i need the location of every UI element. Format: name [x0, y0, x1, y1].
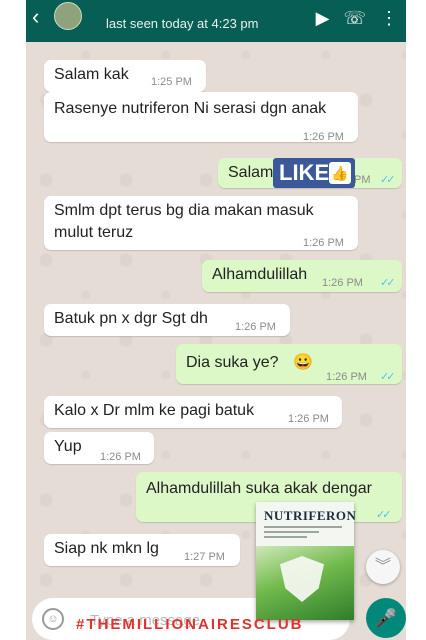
- message-text: Alhamdulillah: [212, 266, 308, 283]
- like-badge: LIKE 👍: [273, 158, 355, 188]
- message-bubble[interactable]: Smlm dpt terus bg dia makan masuk mulut …: [44, 196, 358, 250]
- message-time: 1:26 PM: [100, 451, 141, 463]
- message-time: 1:26 PM: [235, 321, 276, 333]
- scroll-down-button[interactable]: ︾: [366, 550, 400, 584]
- message-time: 1:26 PM: [326, 371, 367, 383]
- mic-button[interactable]: 🎤: [366, 598, 406, 638]
- product-box-image: NUTRIFERON: [256, 502, 357, 620]
- message-bubble[interactable]: Batuk pn x dgr Sgt dh 1:26 PM: [44, 304, 290, 336]
- videocam-icon[interactable]: ▶: [316, 8, 330, 29]
- message-bubble[interactable]: Dia suka ye? 😀 1:26 PM ✓✓: [176, 344, 402, 384]
- message-text-line: Smlm dpt terus bg dia makan masuk: [54, 202, 314, 219]
- product-brand: NUTRIFERON: [264, 508, 357, 523]
- emoji-icon[interactable]: ☺: [42, 608, 64, 630]
- message-text: Kalo x Dr mlm ke pagi batuk: [54, 402, 255, 419]
- message-bubble[interactable]: Rasenye nutriferon Ni serasi dgn anak 1:…: [44, 92, 358, 143]
- message-time: 1:26 PM: [322, 277, 363, 289]
- chat-header: ‹ last seen today at 4:23 pm ▶ ☏ ⋮: [26, 0, 406, 42]
- message-text: Batuk pn x dgr Sgt dh: [54, 310, 208, 327]
- avatar[interactable]: [54, 2, 82, 30]
- message-time: 1:26 PM: [303, 237, 344, 249]
- message-bubble[interactable]: Siap nk mkn lg 1:27 PM: [44, 534, 240, 566]
- mic-icon: 🎤: [374, 608, 398, 628]
- message-time: 1:27 PM: [184, 551, 225, 563]
- thumbs-up-icon: 👍: [329, 162, 351, 184]
- last-seen-status: last seen today at 4:23 pm: [106, 16, 259, 31]
- watermark-text: #THEMILLIONAIRESCLUB: [76, 616, 304, 633]
- message-text: Rasenye nutriferon Ni serasi dgn anak: [54, 100, 327, 117]
- message-text: Yup: [54, 438, 82, 455]
- read-ticks: ✓✓: [380, 277, 396, 289]
- phone-icon[interactable]: ☏: [343, 8, 366, 29]
- message-text: Salam: [228, 164, 274, 181]
- message-time: 1:26 PM: [303, 131, 344, 143]
- message-bubble[interactable]: Alhamdulillah 1:26 PM ✓✓: [202, 260, 402, 292]
- message-text: Salam kak: [54, 66, 129, 83]
- message-text: Alhamdulillah suka akak dengar: [146, 480, 372, 497]
- read-ticks: ✓✓: [380, 174, 396, 186]
- chevron-down-icon: ︾: [374, 558, 391, 575]
- message-bubble[interactable]: Kalo x Dr mlm ke pagi batuk 1:26 PM: [44, 396, 342, 428]
- header-actions: ▶ ☏ ⋮: [316, 8, 398, 29]
- shield-icon: [280, 556, 324, 602]
- grinning-face-emoji: 😀: [292, 354, 313, 371]
- message-time: PM: [354, 174, 371, 186]
- product-leaf-art: [256, 546, 354, 620]
- more-vert-icon[interactable]: ⋮: [380, 8, 398, 29]
- message-text: Siap nk mkn lg: [54, 540, 159, 557]
- message-time: 1:26 PM: [288, 413, 329, 425]
- message-text: Dia suka ye?: [186, 354, 279, 371]
- arrow-back-icon[interactable]: ‹: [32, 4, 39, 30]
- product-fine-print: [264, 526, 342, 541]
- message-bubble[interactable]: Salam kak 1:25 PM: [44, 60, 206, 92]
- like-label: LIKE: [279, 160, 330, 185]
- read-ticks: ✓✓: [376, 509, 392, 521]
- read-ticks: ✓✓: [380, 371, 396, 383]
- chat-screen: ‹ last seen today at 4:23 pm ▶ ☏ ⋮ Salam…: [26, 0, 406, 640]
- message-time: 1:25 PM: [151, 76, 192, 88]
- message-bubble[interactable]: Yup 1:26 PM: [44, 432, 154, 464]
